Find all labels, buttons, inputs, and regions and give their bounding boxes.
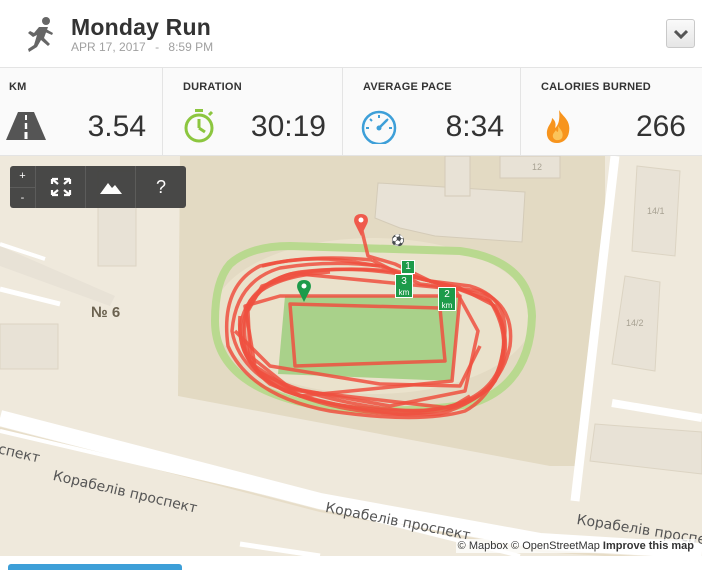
fullscreen-button[interactable] [36, 166, 86, 208]
km-marker-number: 1 [405, 261, 411, 272]
area-label: № 6 [91, 304, 121, 321]
fullscreen-icon [50, 177, 71, 197]
map-attribution: © Mapbox © OpenStreetMap Improve this ma… [455, 539, 696, 553]
zoom-out-button[interactable]: - [10, 186, 35, 209]
datetime-separator: - [155, 40, 160, 54]
km-marker-number: 3 [401, 276, 407, 287]
stat-distance: KM 3.54 [0, 68, 163, 156]
road-icon [6, 112, 46, 140]
activity-date: APR 17, 2017 [71, 40, 146, 54]
help-button[interactable]: ? [136, 166, 186, 208]
route-map[interactable]: ⚽ № 6 12 14/1 14/2 спект Корабелів просп… [0, 156, 702, 556]
stat-value: 3.54 [87, 110, 146, 143]
activity-header: Monday Run APR 17, 2017 - 8:59 PM [0, 0, 702, 68]
building-number: 12 [532, 162, 543, 172]
flame-icon [546, 110, 570, 143]
km-marker-unit: km [398, 288, 410, 297]
stat-duration: DURATION 30:19 [163, 68, 343, 156]
stat-value: 266 [635, 110, 686, 143]
stat-label: CALORIES BURNED [541, 81, 651, 93]
speedometer-icon [361, 110, 397, 144]
options-dropdown-button[interactable] [666, 19, 695, 48]
svg-text:⚽: ⚽ [390, 234, 405, 247]
chevron-down-icon [673, 29, 688, 39]
zoom-in-button[interactable]: + [10, 166, 35, 187]
stats-bar: KM 3.54 DURATION 30:19 AVERAGE PACE 8:34 [0, 68, 702, 156]
osm-attribution-link[interactable]: © OpenStreetMap [511, 540, 600, 552]
building-number: 14/1 [647, 206, 665, 216]
km-marker-unit: km [441, 301, 453, 310]
runner-icon [28, 17, 53, 52]
stat-calories: CALORIES BURNED 266 [521, 68, 702, 156]
stat-pace: AVERAGE PACE 8:34 [343, 68, 521, 156]
stat-label: DURATION [183, 81, 242, 93]
activity-time: 8:59 PM [168, 40, 214, 54]
km-marker-2[interactable]: 2 km [438, 287, 456, 311]
km-marker-number: 2 [444, 289, 450, 300]
map-controls: + - ? [10, 166, 186, 208]
activity-title: Monday Run [71, 14, 211, 40]
stat-label: KM [9, 81, 27, 93]
stat-label: AVERAGE PACE [363, 81, 452, 93]
stopwatch-icon [184, 109, 214, 143]
bottom-strip [0, 556, 702, 570]
mountain-icon [99, 183, 122, 194]
activity-datetime: APR 17, 2017 - 8:59 PM [71, 40, 219, 54]
km-marker-1[interactable]: 1 [401, 260, 415, 274]
km-marker-3[interactable]: 3 km [395, 274, 413, 298]
mapbox-attribution-link[interactable]: © Mapbox [458, 540, 508, 552]
stat-value: 8:34 [445, 110, 504, 143]
zoom-controls: + - [10, 166, 36, 208]
bottom-tab-button[interactable] [8, 564, 182, 570]
building-number: 14/2 [626, 318, 644, 328]
stat-value: 30:19 [250, 110, 326, 143]
improve-map-link[interactable]: Improve this map [603, 540, 694, 552]
terrain-button[interactable] [86, 166, 136, 208]
